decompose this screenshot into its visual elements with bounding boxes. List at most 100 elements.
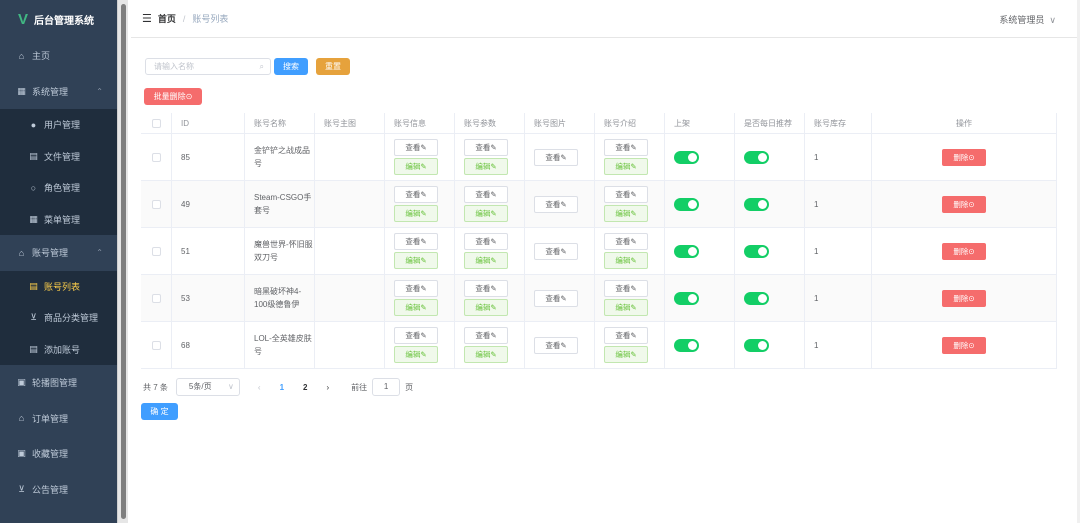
cell-intro: 查看✎ 编辑✎	[595, 275, 665, 321]
delete-button[interactable]: 删除⊙	[942, 148, 986, 166]
delete-button[interactable]: 删除⊙	[942, 336, 986, 354]
view-info-button[interactable]: 查看✎	[394, 186, 438, 203]
sidebar-item-label: 添加账号	[44, 344, 81, 355]
breadcrumb-home[interactable]: 首页	[158, 12, 176, 25]
view-intro-button[interactable]: 查看✎	[604, 186, 648, 203]
edit-intro-button[interactable]: 编辑✎	[604, 252, 648, 269]
on-shelf-switch[interactable]	[674, 150, 699, 164]
accounts-table: ID 账号名称 账号主图 账号信息 账号参数 账号图片 账号介绍 上架 是否每日…	[141, 113, 1057, 369]
sidebar-item-8[interactable]: ⊻ 商品分类管理	[0, 302, 117, 334]
daily-recommend-switch[interactable]	[744, 150, 769, 164]
row-checkbox-cell[interactable]	[141, 228, 172, 274]
view-intro-button[interactable]: 查看✎	[604, 327, 648, 344]
search-input[interactable]: 请输入名称 ⌕	[145, 58, 271, 75]
view-params-button[interactable]: 查看✎	[464, 280, 508, 297]
row-checkbox[interactable]	[151, 152, 161, 162]
sidebar-item-4[interactable]: ○ 角色管理	[0, 172, 117, 204]
view-images-button[interactable]: 查看✎	[534, 195, 578, 213]
row-checkbox[interactable]	[151, 199, 161, 209]
row-checkbox[interactable]	[151, 340, 161, 350]
row-checkbox-cell[interactable]	[141, 181, 172, 227]
edit-intro-button[interactable]: 编辑✎	[604, 346, 648, 363]
select-all-checkbox-cell[interactable]	[141, 113, 172, 133]
user-dropdown[interactable]: 系统管理员 ∨	[999, 13, 1056, 26]
view-info-button[interactable]: 查看✎	[394, 139, 438, 156]
prev-page-button[interactable]: ‹	[258, 383, 261, 392]
daily-recommend-switch[interactable]	[744, 291, 769, 305]
sidebar-item-9[interactable]: ▤ 添加账号	[0, 333, 117, 365]
view-params-button[interactable]: 查看✎	[464, 186, 508, 203]
row-checkbox[interactable]	[151, 246, 161, 256]
edit-info-button[interactable]: 编辑✎	[394, 205, 438, 222]
scrollbar-thumb[interactable]	[121, 4, 126, 519]
on-shelf-switch[interactable]	[674, 244, 699, 258]
sidebar-item-5[interactable]: ▦ 菜单管理	[0, 203, 117, 235]
hamburger-icon[interactable]: ☰	[142, 12, 152, 25]
sidebar-item-2[interactable]: ● 用户管理	[0, 109, 117, 141]
delete-button[interactable]: 删除⊙	[942, 242, 986, 260]
daily-recommend-switch[interactable]	[744, 338, 769, 352]
cell-intro: 查看✎ 编辑✎	[595, 134, 665, 180]
page-size-select[interactable]: 5条/页 ∨	[175, 378, 240, 396]
view-params-button[interactable]: 查看✎	[464, 233, 508, 250]
chevron-down-icon[interactable]: ∨	[1049, 15, 1056, 25]
delete-button[interactable]: 删除⊙	[942, 289, 986, 307]
daily-recommend-switch[interactable]	[744, 244, 769, 258]
edit-info-button[interactable]: 编辑✎	[394, 346, 438, 363]
view-info-button[interactable]: 查看✎	[394, 233, 438, 250]
daily-recommend-switch[interactable]	[744, 197, 769, 211]
edit-params-button[interactable]: 编辑✎	[464, 299, 508, 316]
sidebar-item-3[interactable]: ▤ 文件管理	[0, 140, 117, 172]
delete-button[interactable]: 删除⊙	[942, 195, 986, 213]
row-checkbox-cell[interactable]	[141, 134, 172, 180]
sidebar-item-11[interactable]: ⌂ 订单管理	[0, 401, 117, 437]
sidebar-item-7[interactable]: ▤ 账号列表	[0, 270, 117, 302]
view-images-button[interactable]: 查看✎	[534, 148, 578, 166]
view-intro-button[interactable]: 查看✎	[604, 139, 648, 156]
view-intro-button[interactable]: 查看✎	[604, 233, 648, 250]
edit-info-button[interactable]: 编辑✎	[394, 158, 438, 175]
on-shelf-switch[interactable]	[674, 197, 699, 211]
edit-info-button[interactable]: 编辑✎	[394, 252, 438, 269]
view-images-button[interactable]: 查看✎	[534, 336, 578, 354]
on-shelf-switch[interactable]	[674, 338, 699, 352]
view-images-button[interactable]: 查看✎	[534, 242, 578, 260]
page-1-button[interactable]: 1	[280, 383, 284, 392]
sidebar-item-12[interactable]: ▣ 收藏管理	[0, 436, 117, 472]
sidebar-item-13[interactable]: ⊻ 公告管理	[0, 472, 117, 508]
row-checkbox-cell[interactable]	[141, 275, 172, 321]
edit-info-button[interactable]: 编辑✎	[394, 299, 438, 316]
edit-params-button[interactable]: 编辑✎	[464, 346, 508, 363]
view-params-button[interactable]: 查看✎	[464, 327, 508, 344]
batch-delete-button[interactable]: 批量删除⊙	[144, 88, 202, 105]
edit-params-button[interactable]: 编辑✎	[464, 205, 508, 222]
view-intro-button[interactable]: 查看✎	[604, 280, 648, 297]
row-checkbox[interactable]	[151, 293, 161, 303]
edit-intro-button[interactable]: 编辑✎	[604, 158, 648, 175]
sidebar-scrollbar[interactable]	[117, 0, 128, 523]
on-shelf-switch[interactable]	[674, 291, 699, 305]
view-images-button[interactable]: 查看✎	[534, 289, 578, 307]
next-page-button[interactable]: ›	[326, 383, 329, 392]
edit-intro-button[interactable]: 编辑✎	[604, 205, 648, 222]
confirm-button[interactable]: 确 定	[141, 403, 178, 420]
cell-id: 49	[172, 181, 245, 227]
view-info-button[interactable]: 查看✎	[394, 280, 438, 297]
edit-params-button[interactable]: 编辑✎	[464, 158, 508, 175]
reset-button[interactable]: 重置	[316, 58, 350, 75]
page-2-button[interactable]: 2	[303, 383, 307, 392]
sidebar-item-1[interactable]: ▦ 系统管理 ⌃	[0, 74, 117, 110]
sidebar-item-10[interactable]: ▣ 轮播图管理	[0, 365, 117, 401]
user-name[interactable]: 系统管理员	[999, 15, 1044, 25]
sidebar-item-0[interactable]: ⌂ 主页	[0, 38, 117, 74]
table-row: 68 LOL-全英雄皮肤号 查看✎ 编辑✎ 查看✎ 编辑✎ 查看✎ 查看✎ 编辑…	[141, 322, 1057, 369]
search-button[interactable]: 搜索	[274, 58, 308, 75]
view-params-button[interactable]: 查看✎	[464, 139, 508, 156]
goto-page-input[interactable]: 1	[372, 378, 401, 396]
select-all-checkbox[interactable]	[151, 118, 161, 128]
sidebar-item-6[interactable]: ⌂ 账号管理 ⌃	[0, 235, 117, 271]
edit-intro-button[interactable]: 编辑✎	[604, 299, 648, 316]
view-info-button[interactable]: 查看✎	[394, 327, 438, 344]
row-checkbox-cell[interactable]	[141, 322, 172, 368]
edit-params-button[interactable]: 编辑✎	[464, 252, 508, 269]
